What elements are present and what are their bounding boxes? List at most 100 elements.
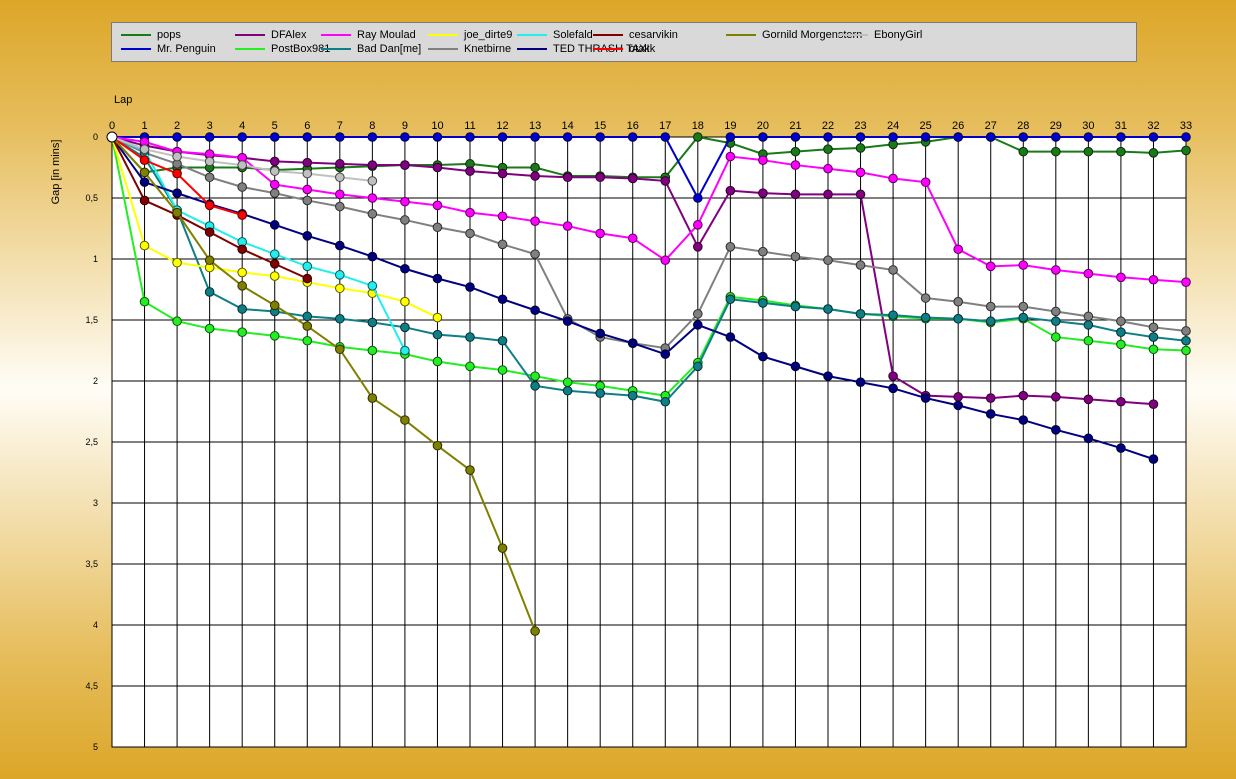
data-point	[758, 351, 768, 362]
y-tick-label: 3,5	[85, 559, 98, 569]
data-point	[367, 132, 378, 142]
data-point	[920, 177, 931, 187]
data-point	[595, 132, 605, 142]
data-point	[1148, 132, 1159, 142]
data-point	[465, 465, 475, 475]
data-point	[1051, 425, 1061, 435]
data-point	[204, 156, 215, 167]
data-point	[497, 335, 508, 346]
data-point	[823, 255, 833, 266]
y-tick-label: 2,5	[85, 437, 98, 447]
data-point	[1181, 277, 1191, 287]
data-point	[204, 227, 215, 237]
data-point	[1051, 265, 1061, 275]
x-tick-label: 25	[920, 120, 932, 132]
data-point	[920, 132, 931, 142]
data-point	[855, 189, 866, 200]
data-point	[790, 146, 801, 157]
data-point	[367, 160, 378, 170]
data-point	[172, 257, 182, 268]
data-point	[269, 259, 280, 269]
data-point	[302, 184, 313, 195]
data-point	[1116, 443, 1126, 453]
data-point	[269, 188, 280, 198]
data-point	[302, 168, 313, 179]
data-point	[1083, 335, 1094, 346]
data-point	[790, 361, 801, 372]
data-point	[237, 281, 247, 291]
data-point	[269, 166, 280, 176]
data-point	[660, 255, 671, 266]
data-point	[758, 188, 768, 198]
data-point	[432, 356, 443, 367]
data-point	[432, 222, 443, 233]
data-point	[790, 189, 801, 200]
data-point	[335, 159, 345, 169]
data-point	[1083, 433, 1094, 444]
data-point	[790, 132, 801, 142]
x-tick-label: 28	[1017, 120, 1029, 132]
data-point	[1148, 148, 1159, 158]
x-tick-label: 20	[757, 120, 769, 132]
data-point	[367, 345, 378, 356]
data-point	[1018, 132, 1029, 142]
y-tick-label: 1,5	[85, 315, 98, 325]
data-point	[432, 312, 443, 323]
data-point	[1116, 132, 1126, 142]
data-point	[1148, 399, 1159, 409]
data-point	[660, 176, 671, 186]
data-point	[530, 381, 540, 391]
data-point	[172, 188, 182, 198]
data-point	[1181, 132, 1191, 142]
data-point	[204, 323, 215, 334]
y-axis-label: Gap [in mins]	[50, 140, 62, 205]
data-point	[1148, 274, 1159, 285]
data-point	[823, 132, 833, 142]
x-tick-label: 30	[1082, 120, 1094, 132]
data-point	[790, 301, 801, 312]
data-point	[725, 294, 736, 305]
data-point	[953, 313, 963, 324]
data-point	[562, 221, 573, 231]
data-point	[1083, 146, 1094, 157]
data-point	[1116, 339, 1126, 350]
data-point	[432, 132, 443, 142]
data-point	[660, 132, 671, 142]
data-point	[367, 251, 378, 262]
data-point	[1018, 390, 1029, 401]
data-point	[823, 189, 833, 200]
data-point	[627, 233, 638, 244]
data-point	[497, 211, 508, 222]
data-point	[953, 132, 963, 142]
data-point	[302, 261, 313, 272]
data-point	[335, 240, 345, 251]
data-point	[725, 332, 736, 342]
data-point	[1051, 146, 1061, 157]
data-point	[269, 271, 280, 281]
data-point	[367, 176, 378, 186]
data-point	[823, 371, 833, 381]
data-point	[172, 132, 182, 142]
data-point	[432, 329, 443, 340]
data-point	[920, 312, 931, 323]
data-point	[1018, 312, 1029, 323]
data-point	[855, 377, 866, 388]
data-point	[400, 196, 410, 207]
data-point	[497, 543, 508, 553]
data-point	[269, 132, 280, 142]
data-point	[497, 132, 508, 142]
data-point	[823, 304, 833, 314]
data-point	[302, 195, 313, 206]
data-point	[627, 390, 638, 401]
x-tick-label: 6	[304, 120, 310, 132]
data-point	[985, 301, 996, 312]
data-point	[530, 626, 540, 636]
data-point	[725, 185, 736, 196]
data-point	[335, 270, 345, 280]
x-tick-label: 17	[659, 120, 671, 132]
data-point	[1051, 332, 1061, 342]
data-point	[1181, 326, 1191, 336]
x-tick-label: 15	[594, 120, 606, 132]
data-point	[1116, 146, 1126, 157]
x-tick-label: 1	[141, 120, 147, 132]
